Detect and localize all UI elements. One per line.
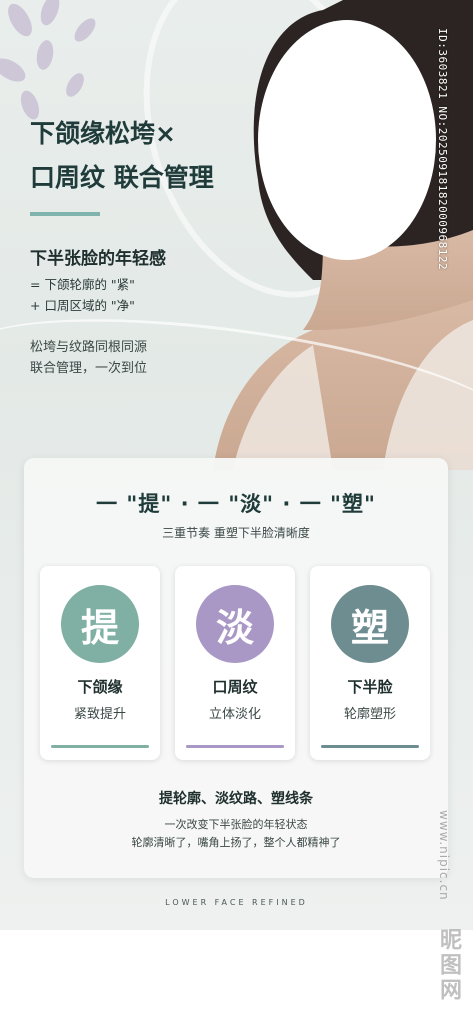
card-subtitle: 三重节奏 重塑下半脸清晰度 (162, 526, 310, 540)
feature-desc: 轮廓塑形 (343, 707, 396, 722)
summary-line-2: 轮廓清晰了，嘴角上扬了，整个人都精神了 (131, 836, 341, 849)
feature-item-fade: 淡 口周纹 立体淡化 (175, 566, 295, 760)
intro-title: 下半张脸的年轻感 (30, 249, 166, 269)
feature-item-lift: 提 下颌缘 紧致提升 (40, 566, 160, 760)
feature-name: 口周纹 (212, 678, 258, 696)
face-mask (258, 20, 436, 260)
brand-watermark: 昵图网 (436, 928, 461, 1003)
feature-item-sculpt: 塑 下半脸 轮廓塑形 (310, 566, 430, 760)
summary-line-1: 一次改变下半张脸的年轻状态 (164, 818, 308, 831)
feature-card: 一 "提" · 一 "淡" · 一 "塑" 三重节奏 重塑下半脸清晰度 提 下颌… (24, 458, 448, 878)
image-id-watermark: ID:3603821 NO:20250918182000968122 (436, 28, 449, 271)
feature-name: 下半脸 (347, 678, 393, 696)
poster: ID:3603821 NO:20250918182000968122 下颌缘松垮… (0, 0, 473, 930)
intro-note-2: 联合管理，一次到位 (30, 361, 148, 376)
intro-note-1: 松垮与纹路同根同源 (30, 340, 148, 355)
summary-title: 提轮廓、淡纹路、塑线条 (159, 791, 313, 807)
sculpt-glyph-badge: 塑 (331, 585, 409, 663)
lift-glyph-badge: 提 (61, 585, 139, 663)
feature-underline (321, 745, 419, 748)
intro-line-1: = 下颌轮廓的 "紧" (30, 277, 135, 292)
feature-underline (51, 745, 149, 748)
fade-glyph-badge: 淡 (196, 585, 274, 663)
feature-desc: 立体淡化 (208, 707, 261, 722)
feature-name: 下颌缘 (77, 678, 123, 696)
headline: 下颌缘松垮× 口周纹 联合管理 (30, 112, 214, 200)
headline-line-2: 口周纹 联合管理 (30, 163, 214, 192)
feature-desc: 紧致提升 (73, 707, 126, 722)
headline-line-1: 下颌缘松垮× (30, 119, 176, 148)
feature-underline (186, 745, 284, 748)
card-title: 一 "提" · 一 "淡" · 一 "塑" (96, 492, 376, 516)
footer-tagline: LOWER FACE REFINED (165, 898, 308, 907)
accent-bar (30, 212, 100, 216)
intro-line-2: + 口周区域的 "净" (30, 298, 135, 313)
site-watermark: www.nipic.cn (437, 810, 451, 901)
